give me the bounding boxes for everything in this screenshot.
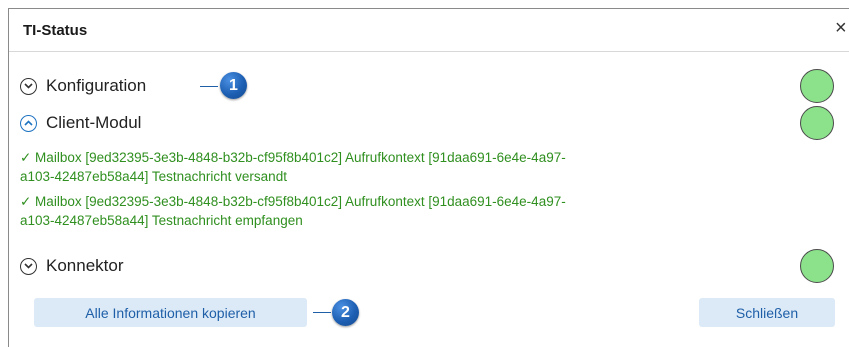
section-konnektor[interactable]: Konnektor (20, 254, 124, 278)
callout-badge-2: 2 (332, 299, 359, 326)
callout-leader (313, 312, 331, 313)
section-konfiguration[interactable]: Konfiguration (20, 74, 146, 98)
close-icon[interactable]: × (835, 18, 847, 38)
chevron-down-icon[interactable] (20, 257, 37, 275)
callout-badge-1: 1 (220, 72, 247, 99)
callout-leader (200, 86, 218, 87)
status-indicator-konnektor (800, 249, 834, 283)
client-log-entry: ✓ Mailbox [9ed32395-3e3b-4848-b32b-cf95f… (20, 148, 760, 186)
close-button[interactable]: Schließen (699, 298, 835, 327)
section-client-modul[interactable]: Client-Modul (20, 111, 141, 135)
status-indicator-client-modul (800, 106, 834, 140)
client-log-entry: ✓ Mailbox [9ed32395-3e3b-4848-b32b-cf95f… (20, 192, 760, 230)
log-line: ✓ Mailbox [9ed32395-3e3b-4848-b32b-cf95f… (20, 194, 566, 209)
status-indicator-konfiguration (800, 69, 834, 103)
log-line: ✓ Mailbox [9ed32395-3e3b-4848-b32b-cf95f… (20, 150, 566, 165)
chevron-down-icon[interactable] (20, 77, 37, 95)
dialog-titlebar: TI-Status × (9, 9, 849, 52)
section-label: Client-Modul (46, 113, 142, 132)
log-line: a103-42487eb58a44] Testnachricht versand… (20, 169, 287, 184)
section-label: Konfiguration (46, 76, 147, 95)
section-label: Konnektor (46, 256, 124, 275)
chevron-up-icon[interactable] (20, 114, 37, 132)
copy-all-info-button[interactable]: Alle Informationen kopieren (34, 298, 307, 327)
dialog-title: TI-Status (23, 22, 88, 39)
log-line: a103-42487eb58a44] Testnachricht empfang… (20, 213, 303, 228)
